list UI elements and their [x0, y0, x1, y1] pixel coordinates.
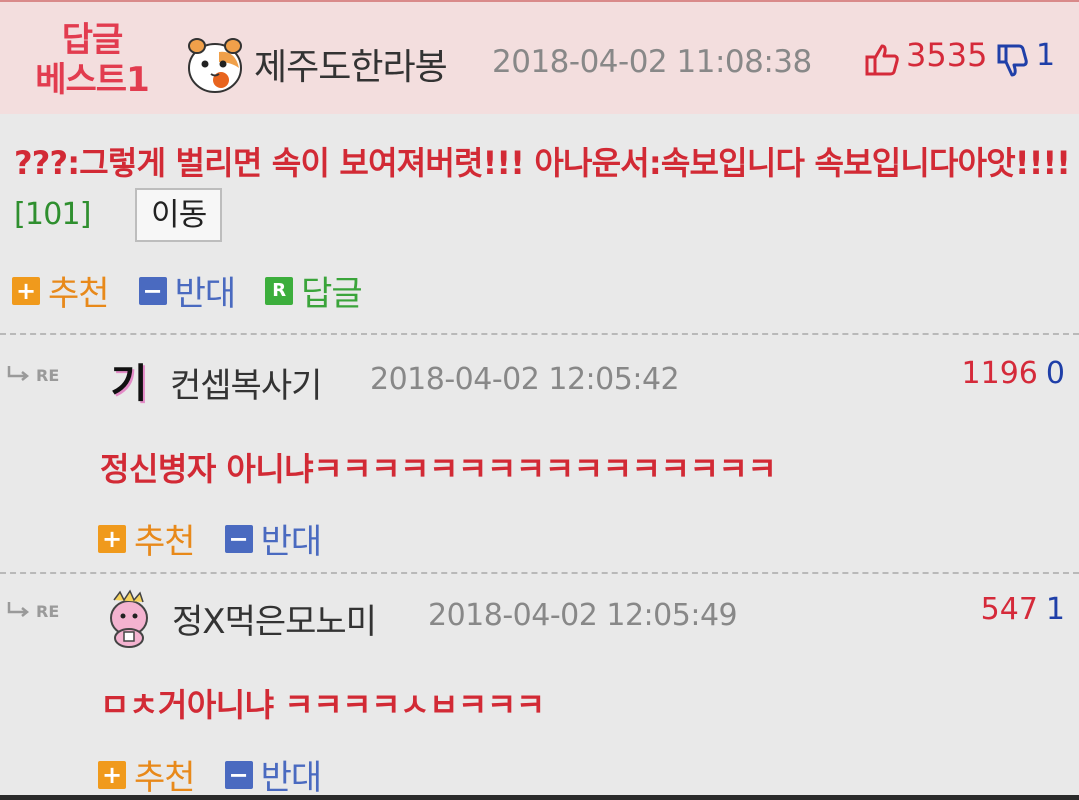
best-reply-upvotes: 3535 [906, 36, 988, 74]
thumbs-down-icon[interactable] [997, 44, 1029, 78]
recommend-button[interactable]: + 추천 [98, 514, 196, 563]
best-reply-author[interactable]: 제주도한라봉 [254, 38, 448, 90]
best-reply-header: 답글 베스트1 제주도한라봉 2018-04-02 11:08:38 3535 … [0, 0, 1079, 114]
best-badge-line1: 답글 [61, 20, 124, 60]
avatar[interactable] [100, 588, 158, 648]
minus-icon: − [224, 760, 253, 789]
sub-reply-actions: + 추천 − 반대 [98, 750, 351, 799]
sub-reply-text: ㅁㅊ거아니냐 ㅋㅋㅋㅋㅅㅂㅋㅋㅋ [100, 686, 545, 724]
plus-icon: + [12, 276, 40, 305]
sub-reply-date: 2018-04-02 12:05:42 [370, 362, 680, 397]
reply-button[interactable]: R 답글 [265, 266, 363, 315]
plus-icon: + [98, 760, 126, 789]
reply-arrow-icon: RE [7, 366, 59, 384]
re-label: RE [36, 366, 59, 384]
best-reply-downvotes: 1 [1036, 38, 1056, 73]
upvote-count: 547 [980, 592, 1038, 627]
thumbs-up-icon[interactable] [864, 42, 900, 78]
divider [0, 572, 1079, 574]
move-button[interactable]: 이동 [135, 188, 223, 242]
bottom-edge [0, 795, 1079, 800]
best-badge-line2: 베스트1 [35, 60, 150, 100]
reply-label: 답글 [301, 274, 363, 314]
best-reply-actions: + 추천 − 반대 R 답글 [12, 266, 392, 315]
recommend-button[interactable]: + 추천 [12, 266, 110, 315]
minus-icon: − [224, 524, 253, 553]
best-reply-date: 2018-04-02 11:08:38 [492, 44, 812, 80]
oppose-label: 반대 [260, 758, 323, 798]
downvote-count: 0 [1045, 356, 1065, 391]
re-label: RE [36, 602, 59, 620]
minus-icon: − [138, 276, 167, 305]
best-reply-text: ???:그렇게 벌리면 속이 보여져버렷!!! 아나운서:속보입니다 속보입니다… [14, 144, 1071, 182]
sub-reply-date: 2018-04-02 12:05:49 [428, 598, 738, 633]
avatar-glyph: 기 [110, 361, 148, 407]
recommend-label: 추천 [48, 274, 110, 314]
avatar[interactable] [183, 32, 247, 96]
oppose-button[interactable]: − 반대 [224, 514, 323, 563]
oppose-label: 반대 [174, 274, 237, 314]
oppose-label: 반대 [260, 522, 323, 562]
sub-reply-author[interactable]: 컨셉복사기 [170, 358, 322, 407]
reply-arrow-icon: RE [7, 602, 59, 620]
recommend-button[interactable]: + 추천 [98, 750, 196, 799]
avatar[interactable]: 기 [104, 355, 154, 407]
plus-icon: + [98, 524, 126, 553]
best-reply-badge: 답글 베스트1 [22, 20, 162, 100]
sub-reply-votes: 1196 0 [962, 356, 1065, 391]
sub-reply-votes: 547 1 [981, 592, 1065, 627]
oppose-button[interactable]: − 반대 [138, 266, 237, 315]
best-reply-text-block: ???:그렇게 벌리면 속이 보여져버렷!!! 아나운서:속보입니다 속보입니다… [14, 138, 1072, 242]
divider [0, 333, 1079, 335]
reply-count: [101] [14, 197, 91, 232]
downvote-count: 1 [1045, 592, 1065, 627]
reply-icon: R [265, 276, 294, 305]
comment-page: 답글 베스트1 제주도한라봉 2018-04-02 11:08:38 3535 … [0, 0, 1079, 800]
oppose-button[interactable]: − 반대 [224, 750, 323, 799]
upvote-count: 1196 [961, 356, 1038, 391]
sub-reply-actions: + 추천 − 반대 [98, 514, 351, 563]
sub-reply-author[interactable]: 정X먹은모노미 [172, 594, 377, 643]
recommend-label: 추천 [134, 522, 196, 562]
sub-reply-text: 정신병자 아니냐ㅋㅋㅋㅋㅋㅋㅋㅋㅋㅋㅋㅋㅋㅋㅋㅋ [100, 450, 777, 488]
recommend-label: 추천 [134, 758, 196, 798]
